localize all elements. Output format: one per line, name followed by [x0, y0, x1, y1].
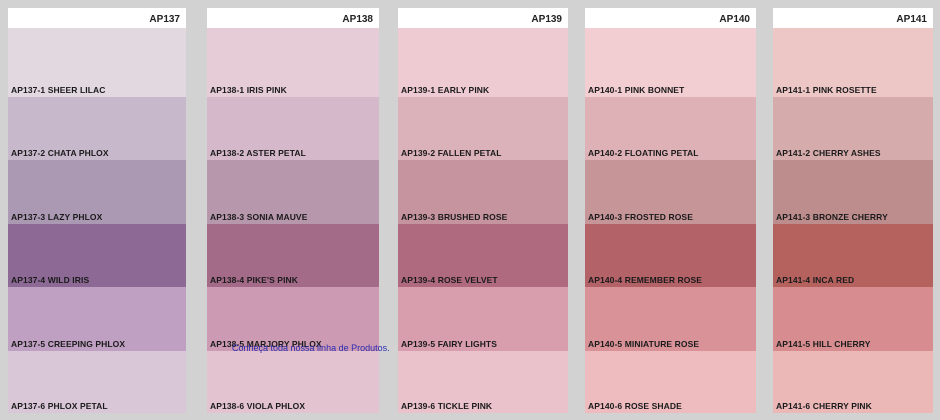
- color-swatch[interactable]: AP141-5 HILL CHERRY: [773, 287, 933, 351]
- swatch-label: AP141-4 INCA RED: [776, 275, 855, 285]
- color-swatch[interactable]: AP138-6 VIOLA PHLOX: [207, 351, 379, 413]
- swatch-label: AP140-4 REMEMBER ROSE: [588, 275, 703, 285]
- card-code: AP140: [719, 14, 750, 25]
- color-swatch[interactable]: AP139-6 TICKLE PINK: [398, 351, 568, 413]
- swatch-label: AP141-2 CHERRY ASHES: [776, 148, 881, 158]
- color-swatch[interactable]: AP140-3 FROSTED ROSE: [585, 160, 756, 224]
- swatch-label: AP139-5 FAIRY LIGHTS: [401, 339, 497, 349]
- color-swatch[interactable]: AP139-1 EARLY PINK: [398, 28, 568, 97]
- swatch-label: AP138-4 PIKE'S PINK: [210, 275, 299, 285]
- color-swatch[interactable]: AP138-3 SONIA MAUVE: [207, 160, 379, 224]
- swatch-label: AP139-1 EARLY PINK: [401, 85, 490, 95]
- swatch-label: AP139-3 BRUSHED ROSE: [401, 212, 508, 222]
- swatch-label: AP141-3 BRONZE CHERRY: [776, 212, 888, 222]
- color-swatch[interactable]: AP138-5 MARJORY PHLOX: [207, 287, 379, 351]
- color-swatch[interactable]: AP139-5 FAIRY LIGHTS: [398, 287, 568, 351]
- color-swatch[interactable]: AP138-1 IRIS PINK: [207, 28, 379, 97]
- swatch-label: AP140-5 MINIATURE ROSE: [588, 339, 700, 349]
- color-swatch[interactable]: AP141-3 BRONZE CHERRY: [773, 160, 933, 224]
- swatch-label: AP137-6 PHLOX PETAL: [11, 401, 108, 411]
- swatch-label: AP139-4 ROSE VELVET: [401, 275, 498, 285]
- color-card-ap137: AP137 AP137-1 SHEER LILAC AP137-2 CHATA …: [8, 8, 186, 413]
- swatch-label: AP138-3 SONIA MAUVE: [210, 212, 308, 222]
- color-swatch[interactable]: AP141-1 PINK ROSETTE: [773, 28, 933, 97]
- color-swatch[interactable]: AP140-5 MINIATURE ROSE: [585, 287, 756, 351]
- swatch-label: AP139-6 TICKLE PINK: [401, 401, 493, 411]
- swatch-label: AP139-2 FALLEN PETAL: [401, 148, 502, 158]
- color-swatch[interactable]: AP137-4 WILD IRIS: [8, 224, 186, 287]
- swatch-label: AP138-6 VIOLA PHLOX: [210, 401, 306, 411]
- color-swatch[interactable]: AP139-4 ROSE VELVET: [398, 224, 568, 287]
- swatch-label: AP138-1 IRIS PINK: [210, 85, 287, 95]
- color-card-ap139: AP139 AP139-1 EARLY PINK AP139-2 FALLEN …: [398, 8, 568, 413]
- color-card-ap140: AP140 AP140-1 PINK BONNET AP140-2 FLOATI…: [585, 8, 756, 413]
- color-swatch[interactable]: AP140-6 ROSE SHADE: [585, 351, 756, 413]
- swatch-label: AP141-6 CHERRY PINK: [776, 401, 872, 411]
- color-swatch[interactable]: AP137-3 LAZY PHLOX: [8, 160, 186, 224]
- color-swatch[interactable]: AP137-2 CHATA PHLOX: [8, 97, 186, 160]
- color-swatch[interactable]: AP141-4 INCA RED: [773, 224, 933, 287]
- swatch-label: AP137-2 CHATA PHLOX: [11, 148, 109, 158]
- color-swatch[interactable]: AP140-1 PINK BONNET: [585, 28, 756, 97]
- color-swatch[interactable]: AP138-2 ASTER PETAL: [207, 97, 379, 160]
- swatch-label: AP140-6 ROSE SHADE: [588, 401, 682, 411]
- swatch-label: AP140-3 FROSTED ROSE: [588, 212, 693, 222]
- swatch-label: AP140-2 FLOATING PETAL: [588, 148, 699, 158]
- swatch-label: AP141-1 PINK ROSETTE: [776, 85, 877, 95]
- swatch-label: AP137-5 CREEPING PHLOX: [11, 339, 126, 349]
- color-swatch[interactable]: AP140-4 REMEMBER ROSE: [585, 224, 756, 287]
- footer-note: Conheça toda nossa linha de Produtos.: [232, 343, 390, 353]
- swatch-label: AP138-2 ASTER PETAL: [210, 148, 306, 158]
- card-code: AP138: [342, 14, 373, 25]
- swatch-label: AP137-1 SHEER LILAC: [11, 85, 106, 95]
- color-swatch[interactable]: AP139-3 BRUSHED ROSE: [398, 160, 568, 224]
- color-swatch[interactable]: AP140-2 FLOATING PETAL: [585, 97, 756, 160]
- card-code: AP141: [896, 14, 927, 25]
- color-swatch[interactable]: AP138-4 PIKE'S PINK: [207, 224, 379, 287]
- color-swatch[interactable]: AP137-6 PHLOX PETAL: [8, 351, 186, 413]
- swatch-label: AP141-5 HILL CHERRY: [776, 339, 871, 349]
- card-code: AP137: [149, 14, 180, 25]
- color-swatch[interactable]: AP139-2 FALLEN PETAL: [398, 97, 568, 160]
- color-swatch[interactable]: AP137-1 SHEER LILAC: [8, 28, 186, 97]
- color-swatch[interactable]: AP141-6 CHERRY PINK: [773, 351, 933, 413]
- color-card-ap141: AP141 AP141-1 PINK ROSETTE AP141-2 CHERR…: [773, 8, 933, 413]
- swatch-label: AP137-3 LAZY PHLOX: [11, 212, 103, 222]
- swatch-label: AP140-1 PINK BONNET: [588, 85, 685, 95]
- color-swatch[interactable]: AP141-2 CHERRY ASHES: [773, 97, 933, 160]
- color-swatch[interactable]: AP137-5 CREEPING PHLOX: [8, 287, 186, 351]
- swatch-label: AP137-4 WILD IRIS: [11, 275, 90, 285]
- card-code: AP139: [531, 14, 562, 25]
